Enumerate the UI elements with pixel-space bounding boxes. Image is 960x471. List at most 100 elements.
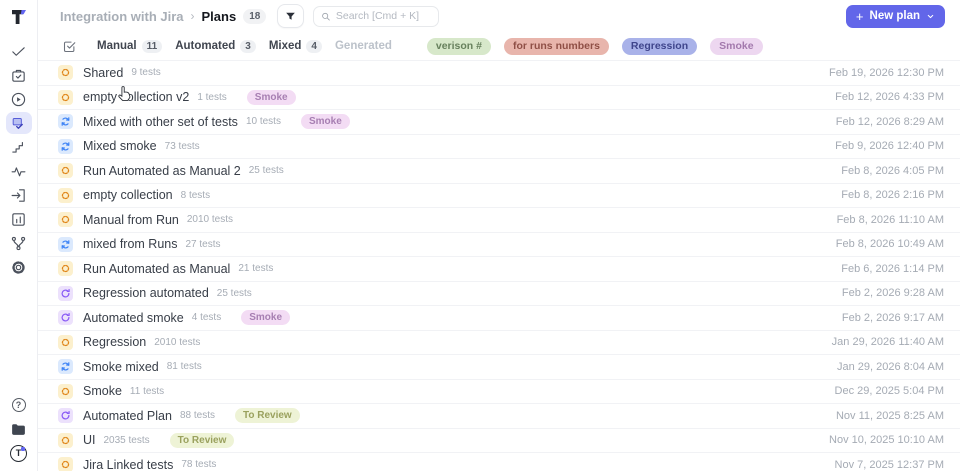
search-input[interactable] (335, 10, 432, 22)
filter-tag-regression[interactable]: Regression (621, 37, 698, 55)
tab-mixed[interactable]: Mixed 4 (269, 39, 322, 53)
plan-title[interactable]: empty collection (83, 188, 173, 202)
plan-tag[interactable]: To Review (169, 432, 235, 448)
plan-title[interactable]: Regression automated (83, 286, 209, 300)
plan-test-count: 88 tests (179, 410, 215, 422)
plan-row[interactable]: Regression automated 25 tests Feb 2, 202… (38, 282, 960, 306)
sidebar-item-runs[interactable] (6, 87, 32, 111)
gear-icon (12, 260, 25, 274)
plan-row[interactable]: Smoke mixed 81 tests Jan 29, 2026 8:04 A… (38, 355, 960, 380)
plan-title[interactable]: Shared (83, 66, 123, 80)
plan-tag[interactable]: Smoke (241, 310, 291, 326)
plan-row[interactable]: UI 2035 tests To Review Nov 10, 2025 10:… (38, 429, 960, 453)
plan-row[interactable]: Shared 9 tests Feb 19, 2026 12:30 PM (38, 61, 960, 86)
chevron-down-icon (927, 14, 934, 18)
plan-row[interactable]: empty collection v2 1 tests Smoke Feb 12… (38, 86, 960, 110)
sidebar-item-projects[interactable] (6, 417, 32, 441)
plan-date: Feb 6, 2026 1:14 PM (841, 262, 944, 275)
plan-title[interactable]: mixed from Runs (83, 237, 177, 251)
plan-date: Feb 2, 2026 9:28 AM (841, 287, 944, 300)
plan-row[interactable]: mixed from Runs 27 tests Feb 8, 2026 10:… (38, 233, 960, 257)
plan-row[interactable]: Jira Linked tests 78 tests Nov 7, 2025 1… (38, 453, 960, 471)
plan-date: Nov 10, 2025 10:10 AM (829, 434, 944, 447)
sidebar-item-branches[interactable] (6, 231, 32, 255)
breadcrumb-separator: › (190, 9, 195, 23)
filter-tag-for-runs-numbers[interactable]: for runs numbers (503, 37, 609, 55)
plan-title[interactable]: Automated smoke (83, 311, 184, 325)
plan-date: Dec 29, 2025 5:04 PM (834, 385, 944, 398)
plans-list: Shared 9 tests Feb 19, 2026 12:30 PM emp… (38, 60, 960, 471)
square-check-icon (63, 41, 76, 52)
play-circle-icon (11, 92, 26, 106)
topbar: Integration with Jira › Plans 18 + New p… (38, 0, 960, 32)
plan-tag[interactable]: To Review (234, 408, 300, 424)
plan-test-count: 4 tests (191, 312, 222, 324)
sidebar-item-milestones[interactable] (6, 135, 32, 159)
plan-type-icon-mixed (58, 359, 73, 375)
breadcrumb-parent[interactable]: Integration with Jira (60, 9, 184, 24)
plan-test-count: 73 tests (164, 140, 200, 152)
plan-title[interactable]: Smoke (83, 384, 122, 398)
sidebar-item-reports[interactable] (6, 207, 32, 231)
plan-row[interactable]: Mixed with other set of tests 10 tests S… (38, 110, 960, 135)
plan-row[interactable]: Run Automated as Manual 21 tests Feb 6, … (38, 257, 960, 282)
plan-row[interactable]: Manual from Run 2010 tests Feb 8, 2026 1… (38, 208, 960, 233)
plan-title[interactable]: Mixed with other set of tests (83, 115, 238, 129)
filter-tag-smoke[interactable]: Smoke (710, 37, 763, 55)
plan-title[interactable]: Run Automated as Manual (83, 262, 230, 276)
tab-manual[interactable]: Manual 11 (97, 39, 163, 53)
plan-title[interactable]: UI (83, 433, 96, 447)
plan-title[interactable]: Mixed smoke (83, 139, 157, 153)
tab-automated[interactable]: Automated 3 (175, 39, 256, 53)
plan-test-count: 10 tests (245, 116, 281, 128)
plan-title[interactable]: Automated Plan (83, 409, 172, 423)
plan-row[interactable]: empty collection 8 tests Feb 8, 2026 2:1… (38, 184, 960, 208)
avatar-accent-dot (21, 446, 25, 451)
plan-row[interactable]: Smoke 11 tests Dec 29, 2025 5:04 PM (38, 380, 960, 404)
plan-type-icon-automated (58, 408, 73, 424)
plan-title[interactable]: Regression (83, 335, 146, 349)
plan-row[interactable]: Automated Plan 88 tests To Review Nov 11… (38, 404, 960, 429)
sidebar-item-suites[interactable] (6, 63, 32, 87)
sidebar-item-analytics[interactable] (6, 159, 32, 183)
plan-row[interactable]: Mixed smoke 73 tests Feb 9, 2026 12:40 P… (38, 135, 960, 159)
new-plan-button[interactable]: + New plan (845, 4, 945, 28)
plan-title[interactable]: Smoke mixed (83, 360, 159, 374)
plan-tag[interactable]: Smoke (300, 114, 350, 130)
tab-generated[interactable]: Generated (335, 40, 392, 52)
sidebar-item-tests[interactable] (6, 39, 32, 63)
search-box[interactable] (313, 5, 440, 27)
plan-test-count: 27 tests (185, 238, 221, 250)
sidebar-item-import[interactable] (6, 183, 32, 207)
plan-date: Feb 8, 2026 4:05 PM (841, 164, 944, 177)
logo-icon (11, 10, 26, 24)
plan-row[interactable]: Automated smoke 4 tests Smoke Feb 2, 202… (38, 306, 960, 331)
plan-row[interactable]: Run Automated as Manual 2 25 tests Feb 8… (38, 159, 960, 184)
plus-icon: + (855, 8, 864, 24)
plan-type-icon-manual (58, 65, 73, 81)
filter-tag-verison[interactable]: verison # (426, 37, 491, 55)
filter-bar: Manual 11 Automated 3 Mixed 4 Generated … (38, 32, 960, 60)
pulse-icon (11, 166, 26, 176)
plan-title[interactable]: Jira Linked tests (83, 458, 173, 471)
plan-tag[interactable]: Smoke (246, 89, 296, 105)
sidebar-item-plans[interactable] (5, 112, 32, 134)
plan-row[interactable]: Regression 2010 tests Jan 29, 2026 11:40… (38, 331, 960, 355)
select-plans-icon[interactable] (62, 39, 77, 54)
filter-button[interactable] (277, 4, 305, 28)
tab-label: Generated (334, 40, 392, 52)
plans-count-badge: 18 (243, 8, 267, 24)
plan-title[interactable]: Run Automated as Manual 2 (83, 164, 241, 178)
new-plan-label: New plan (869, 10, 920, 22)
plan-title[interactable]: Manual from Run (83, 213, 179, 227)
folder-icon (12, 423, 25, 435)
sidebar-item-account[interactable]: T (6, 441, 32, 465)
sidebar-item-help[interactable]: ? (6, 393, 32, 417)
check-icon (12, 46, 25, 56)
plan-type-icon-mixed (58, 114, 73, 130)
tab-label: Automated (175, 40, 236, 52)
plan-date: Feb 12, 2026 4:33 PM (835, 91, 944, 104)
plan-title[interactable]: empty collection v2 (83, 90, 189, 104)
sidebar-item-settings[interactable] (6, 255, 32, 279)
app-logo[interactable] (9, 4, 29, 30)
